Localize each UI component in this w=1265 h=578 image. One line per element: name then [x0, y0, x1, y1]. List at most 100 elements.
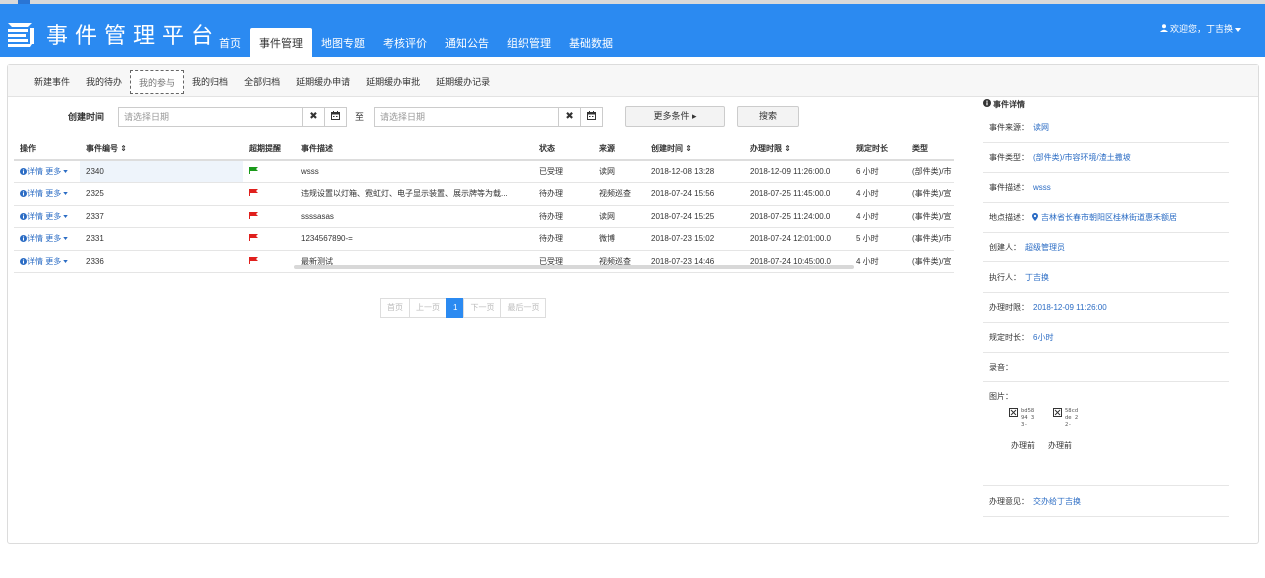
end-date-input[interactable]: 请选择日期 [374, 106, 560, 127]
detail-value: 交办给丁吉换 [1033, 496, 1081, 506]
cell-deadline: 2018-07-25 11:24:00.0 [744, 205, 850, 228]
column-header[interactable]: 创建时间 ⇕ [645, 138, 744, 161]
detail-link[interactable]: 详情 [20, 212, 43, 221]
subtab-delay-records[interactable]: 延期缓办记录 [428, 70, 498, 94]
to-label: 至 [355, 112, 365, 122]
cell-type: (事件类)/宣 [906, 205, 954, 228]
cell-duration: 5 小时 [850, 227, 906, 251]
subtab-my-participation[interactable]: 我的参与 [130, 70, 185, 94]
detail-duration: 规定时长： 6小时 [983, 323, 1229, 353]
cell-source: 读网 [593, 160, 645, 183]
detail-link[interactable]: 详情 [20, 167, 43, 176]
page-next-button[interactable]: 下一页 [463, 298, 502, 318]
detail-value: 丁吉换 [1025, 272, 1049, 282]
subtab-my-archive[interactable]: 我的归档 [184, 70, 236, 94]
cell-source: 微博 [593, 227, 645, 251]
detail-link-label: 详情 [27, 167, 43, 176]
detail-link[interactable]: 详情 [20, 257, 43, 266]
table-row[interactable]: 详情 更多 2331 1234567890-= 待办理 微博 2018-07-23 15:… [14, 227, 954, 251]
app-logo: 事件管理平台 [6, 18, 220, 50]
clear-start-date-button[interactable]: ✖ [303, 106, 325, 127]
subtab-new-event[interactable]: 新建事件 [26, 70, 78, 94]
detail-description: 事件描述： wsss [983, 173, 1229, 203]
cell-type: (事件类)/市 [906, 227, 954, 251]
cell-status: 待办理 [533, 205, 593, 228]
detail-label: 地点描述： [989, 213, 1029, 222]
table-header-row: 操作 事件编号 ⇕ 超期提醒 事件描述 状态 来源 创建时间 ⇕ 办理时限 ⇕ … [14, 138, 954, 161]
nav-item-home[interactable]: 首页 [210, 28, 250, 57]
detail-label: 图片： [989, 392, 1013, 401]
flag-icon [249, 189, 258, 197]
nav-item-event-management[interactable]: 事件管理 [250, 28, 312, 57]
row-actions: 详情 更多 [14, 205, 80, 228]
user-menu[interactable]: 欢迎您，丁吉换 [1159, 22, 1241, 35]
created-time-label: 创建时间 [68, 112, 105, 122]
nav-item-map[interactable]: 地图专题 [312, 28, 374, 57]
nav-item-organization[interactable]: 组织管理 [498, 28, 560, 57]
image-thumbnail[interactable]: bd5894 33- [1009, 408, 1035, 436]
start-calendar-button[interactable] [325, 106, 347, 127]
main-nav: 首页 事件管理 地图专题 考核评价 通知公告 组织管理 基础数据 [210, 28, 622, 57]
more-conditions-button[interactable]: 更多条件 ▸ [625, 106, 726, 127]
page-prev-button[interactable]: 上一页 [409, 298, 447, 318]
cell-source: 视频巡查 [593, 250, 645, 273]
detail-link[interactable]: 详情 [20, 234, 43, 243]
broken-image-icon [1009, 408, 1018, 417]
cell-duration: 4 小时 [850, 182, 906, 206]
subtab-all-archive[interactable]: 全部归档 [236, 70, 288, 94]
detail-link[interactable]: 详情 [20, 189, 43, 198]
subtab-my-todo[interactable]: 我的待办 [78, 70, 130, 94]
caret-down-icon [63, 214, 68, 218]
cell-desc: ssssasas [295, 205, 533, 228]
detail-link-label: 详情 [27, 256, 43, 266]
detail-images: 图片： bd5894 33- 58cdde 22- 办理前 办理前 [983, 382, 1229, 486]
image-alt-text: 58cdde 22- [1065, 408, 1079, 428]
end-calendar-button[interactable] [581, 106, 604, 127]
page-current-button[interactable]: 1 [446, 298, 465, 318]
app-header: 事件管理平台 首页 事件管理 地图专题 考核评价 通知公告 组织管理 基础数据 … [0, 4, 1265, 57]
cell-created: 2018-07-23 15:02 [645, 227, 744, 251]
pagination: 首页 上一页 1 下一页 最后一页 [380, 298, 547, 318]
nav-item-notice[interactable]: 通知公告 [436, 28, 498, 57]
user-icon [1159, 23, 1168, 34]
sub-tabs: 新建事件 我的待办 我的参与 我的归档 全部归档 延期缓办申请 延期缓办审批 延… [8, 65, 1258, 97]
more-dropdown[interactable]: 更多 [45, 167, 68, 176]
cell-id: 2337 [80, 205, 243, 228]
more-dropdown[interactable]: 更多 [45, 212, 68, 221]
page-first-button[interactable]: 首页 [380, 298, 410, 318]
start-date-input[interactable]: 请选择日期 [118, 106, 303, 127]
more-dropdown-label: 更多 [45, 211, 62, 221]
more-dropdown[interactable]: 更多 [45, 257, 68, 266]
table-row[interactable]: 详情 更多 2340 wsss 已受理 读网 2018-12-08 13:28 2018-1… [14, 160, 954, 183]
column-header[interactable]: 事件编号 ⇕ [80, 138, 243, 161]
table-horizontal-scrollbar[interactable] [294, 265, 854, 269]
column-header: 事件描述 [295, 138, 533, 161]
detail-value: 超级管理员 [1025, 242, 1065, 252]
nav-item-basic-data[interactable]: 基础数据 [560, 28, 622, 57]
clear-end-date-button[interactable]: ✖ [559, 106, 582, 127]
nav-item-assessment[interactable]: 考核评价 [374, 28, 436, 57]
column-header[interactable]: 办理时限 ⇕ [744, 138, 850, 161]
cell-id: 2325 [80, 182, 243, 206]
image-thumbnail[interactable]: 58cdde 22- [1053, 408, 1079, 436]
subtab-delay-approve[interactable]: 延期缓办审批 [358, 70, 428, 94]
more-dropdown[interactable]: 更多 [45, 189, 68, 198]
overdue-flag-cell [243, 227, 295, 251]
flag-icon [249, 211, 258, 219]
table-row[interactable]: 详情 更多 2325 违规设置以灯箱、霓虹灯、电子显示装置、展示牌等为载... 待办理… [14, 182, 954, 206]
table-row[interactable]: 详情 更多 2336 最新测试 已受理 视频巡查 2018-07-23 14:46 2018… [14, 250, 954, 273]
search-button[interactable]: 搜索 [737, 106, 800, 127]
subtab-delay-apply[interactable]: 延期缓办申请 [288, 70, 358, 94]
event-table-container: 操作 事件编号 ⇕ 超期提醒 事件描述 状态 来源 创建时间 ⇕ 办理时限 ⇕ … [14, 138, 954, 273]
cell-id: 2336 [80, 250, 243, 273]
table-row[interactable]: 详情 更多 2337 ssssasas 待办理 读网 2018-07-24 15:25 20… [14, 205, 954, 228]
more-dropdown-label: 更多 [45, 256, 62, 266]
column-header: 状态 [533, 138, 593, 161]
caret-down-icon [63, 237, 68, 241]
image-captions: 办理前 办理前 [1011, 440, 1072, 451]
page-last-button[interactable]: 最后一页 [500, 298, 547, 318]
info-icon [20, 190, 27, 198]
detail-type: 事件类型： (部件类)/市容环境/渣土撒坡 [983, 143, 1229, 173]
more-dropdown[interactable]: 更多 [45, 234, 68, 243]
event-table: 操作 事件编号 ⇕ 超期提醒 事件描述 状态 来源 创建时间 ⇕ 办理时限 ⇕ … [14, 138, 954, 273]
